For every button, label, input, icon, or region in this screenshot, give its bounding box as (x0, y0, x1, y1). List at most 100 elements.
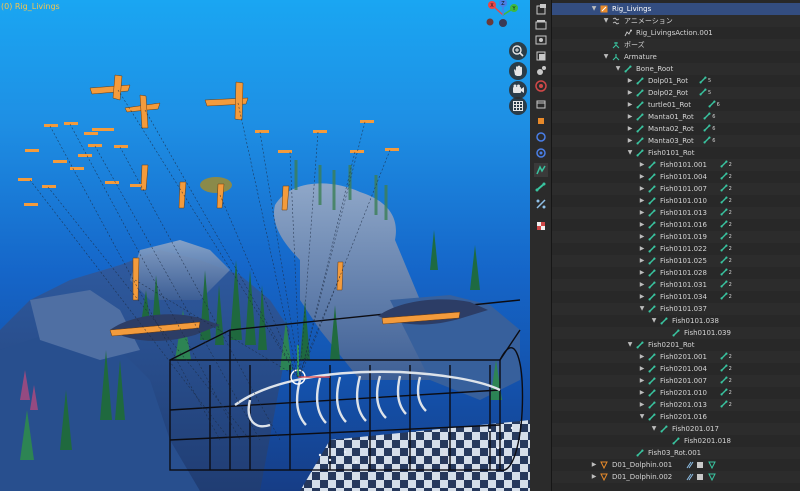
outliner-row[interactable]: Fish0201.018 (552, 435, 800, 447)
outliner-item-label[interactable]: Fish0201.004 (660, 363, 707, 375)
outliner-item-label[interactable]: Fish0201.017 (672, 423, 719, 435)
expand-arrow-icon[interactable]: ▶ (639, 363, 645, 375)
bone-constraint-icon[interactable] (534, 197, 548, 211)
scene-icon[interactable] (534, 64, 548, 78)
outliner-item-label[interactable]: Bone_Root (636, 63, 673, 75)
outliner-item-label[interactable]: Fish0101.038 (672, 315, 719, 327)
hand-icon[interactable] (509, 62, 527, 80)
outliner-row[interactable]: ▼ Fish0101.037 (552, 303, 800, 315)
outliner-row[interactable]: ▶ turtle01_Rot 6 (552, 99, 800, 111)
outliner-item-label[interactable]: Fish0201.010 (660, 387, 707, 399)
object-data-icon[interactable] (534, 163, 548, 177)
collapse-arrow-icon[interactable]: ▼ (603, 15, 609, 27)
collapse-arrow-icon[interactable]: ▼ (651, 423, 657, 435)
outliner-item-label[interactable]: ポーズ (624, 39, 645, 51)
outliner-row[interactable]: ▶ Fish0101.034 2 (552, 291, 800, 303)
output-icon[interactable] (534, 33, 548, 47)
expand-arrow-icon[interactable]: ▶ (639, 387, 645, 399)
expand-arrow-icon[interactable]: ▶ (639, 351, 645, 363)
expand-arrow-icon[interactable]: ▶ (639, 255, 645, 267)
outliner-item-label[interactable]: Manta03_Rot (648, 135, 694, 147)
expand-arrow-icon[interactable]: ▶ (639, 375, 645, 387)
outliner-row[interactable]: ▼ Fish0201.016 (552, 411, 800, 423)
expand-arrow-icon[interactable]: ▶ (639, 171, 645, 183)
outliner-item-label[interactable]: Fish0201.007 (660, 375, 707, 387)
render-icon[interactable] (534, 18, 548, 32)
outliner-row[interactable]: ▶ Fish0201.010 2 (552, 387, 800, 399)
outliner-row[interactable]: ▶ Manta03_Rot 6 (552, 135, 800, 147)
expand-arrow-icon[interactable]: ▶ (639, 243, 645, 255)
expand-arrow-icon[interactable]: ▶ (639, 291, 645, 303)
outliner-row[interactable]: ▶ D01_Dolphin.002 (552, 471, 800, 483)
outliner-item-label[interactable]: Fish0101.034 (660, 291, 707, 303)
outliner-item-label[interactable]: Rig_Livings (612, 3, 651, 15)
expand-arrow-icon[interactable]: ▶ (639, 231, 645, 243)
expand-arrow-icon[interactable]: ▶ (627, 123, 633, 135)
collapse-arrow-icon[interactable]: ▼ (627, 339, 633, 351)
expand-arrow-icon[interactable]: ▶ (639, 279, 645, 291)
zoom-icon[interactable] (509, 42, 527, 60)
outliner-item-label[interactable]: turtle01_Rot (648, 99, 691, 111)
outliner-item-label[interactable]: Fish0101.010 (660, 195, 707, 207)
outliner-row[interactable]: ▶ Fish0101.031 2 (552, 279, 800, 291)
outliner-row[interactable]: ▼ Armature (552, 51, 800, 63)
collapse-arrow-icon[interactable]: ▼ (615, 63, 621, 75)
object-icon[interactable] (534, 114, 548, 128)
collapse-arrow-icon[interactable]: ▼ (627, 147, 633, 159)
expand-arrow-icon[interactable]: ▶ (639, 219, 645, 231)
outliner-row[interactable]: ▼ Fish0201.017 (552, 423, 800, 435)
outliner-item-label[interactable]: Fish0101.025 (660, 255, 707, 267)
outliner-row[interactable]: ▼ アニメーション (552, 15, 800, 27)
outliner-item-label[interactable]: Fish0201.001 (660, 351, 707, 363)
outliner-row[interactable]: ▶ Dolp01_Rot 5 (552, 75, 800, 87)
tool-icon[interactable] (534, 3, 548, 17)
expand-arrow-icon[interactable]: ▶ (627, 135, 633, 147)
outliner-item-label[interactable]: Manta02_Rot (648, 123, 694, 135)
texture-icon[interactable] (534, 219, 548, 233)
expand-arrow-icon[interactable]: ▶ (639, 207, 645, 219)
object-data-icons[interactable] (685, 471, 719, 487)
outliner-row[interactable]: ▶ Fish0201.007 2 (552, 375, 800, 387)
outliner-item-label[interactable]: Rig_LivingsAction.001 (636, 27, 713, 39)
outliner-row[interactable]: ▶ Fish0101.001 2 (552, 159, 800, 171)
outliner-item-label[interactable]: Fish0101_Rot (648, 147, 694, 159)
outliner-row[interactable]: ▼ Fish0201_Rot (552, 339, 800, 351)
expand-arrow-icon[interactable]: ▶ (627, 99, 633, 111)
outliner-item-label[interactable]: Fish03_Rot.001 (648, 447, 701, 459)
navigation-gizmo[interactable]: X Y Z (478, 0, 528, 30)
outliner-item-label[interactable]: Fish0101.013 (660, 207, 707, 219)
outliner-row[interactable]: ▶ Manta01_Rot 6 (552, 111, 800, 123)
collapse-arrow-icon[interactable]: ▼ (591, 3, 597, 15)
outliner-row[interactable]: ▶ Fish0101.028 2 (552, 267, 800, 279)
outliner-row[interactable]: ポーズ (552, 39, 800, 51)
expand-arrow-icon[interactable]: ▶ (639, 195, 645, 207)
outliner-item-label[interactable]: D01_Dolphin.001 (612, 459, 672, 471)
outliner-item-label[interactable]: Armature (624, 51, 657, 63)
outliner-row[interactable]: ▶ Fish0101.016 2 (552, 219, 800, 231)
outliner-item-label[interactable]: Fish0101.007 (660, 183, 707, 195)
outliner-row[interactable]: ▶ Fish0201.004 2 (552, 363, 800, 375)
expand-arrow-icon[interactable]: ▶ (639, 159, 645, 171)
outliner-item-label[interactable]: Fish0201.013 (660, 399, 707, 411)
expand-arrow-icon[interactable]: ▶ (639, 399, 645, 411)
outliner-row[interactable]: ▶ Fish0101.013 2 (552, 207, 800, 219)
outliner-item-label[interactable]: Fish0101.022 (660, 243, 707, 255)
outliner-item-label[interactable]: Fish0101.001 (660, 159, 707, 171)
modifier-icon[interactable] (534, 130, 548, 144)
expand-arrow-icon[interactable]: ▶ (639, 267, 645, 279)
outliner-item-label[interactable]: Fish0101.037 (660, 303, 707, 315)
world-icon[interactable] (534, 79, 548, 93)
outliner-row[interactable]: ▼ Rig_Livings (552, 3, 800, 15)
expand-arrow-icon[interactable]: ▶ (627, 111, 633, 123)
outliner-item-label[interactable]: Manta01_Rot (648, 111, 694, 123)
outliner-row[interactable]: ▶ Fish0101.007 2 (552, 183, 800, 195)
outliner-row[interactable]: ▶ Fish0201.001 2 (552, 351, 800, 363)
outliner-item-label[interactable]: Fish0201_Rot (648, 339, 694, 351)
outliner-row[interactable]: Fish03_Rot.001 (552, 447, 800, 459)
outliner-row[interactable]: ▶ Fish0101.022 2 (552, 243, 800, 255)
outliner-row[interactable]: ▶ Fish0201.013 2 (552, 399, 800, 411)
view-layer-icon[interactable] (534, 49, 548, 63)
expand-arrow-icon[interactable]: ▶ (639, 183, 645, 195)
outliner-item-label[interactable]: Fish0201.018 (684, 435, 731, 447)
expand-arrow-icon[interactable]: ▶ (627, 87, 633, 99)
